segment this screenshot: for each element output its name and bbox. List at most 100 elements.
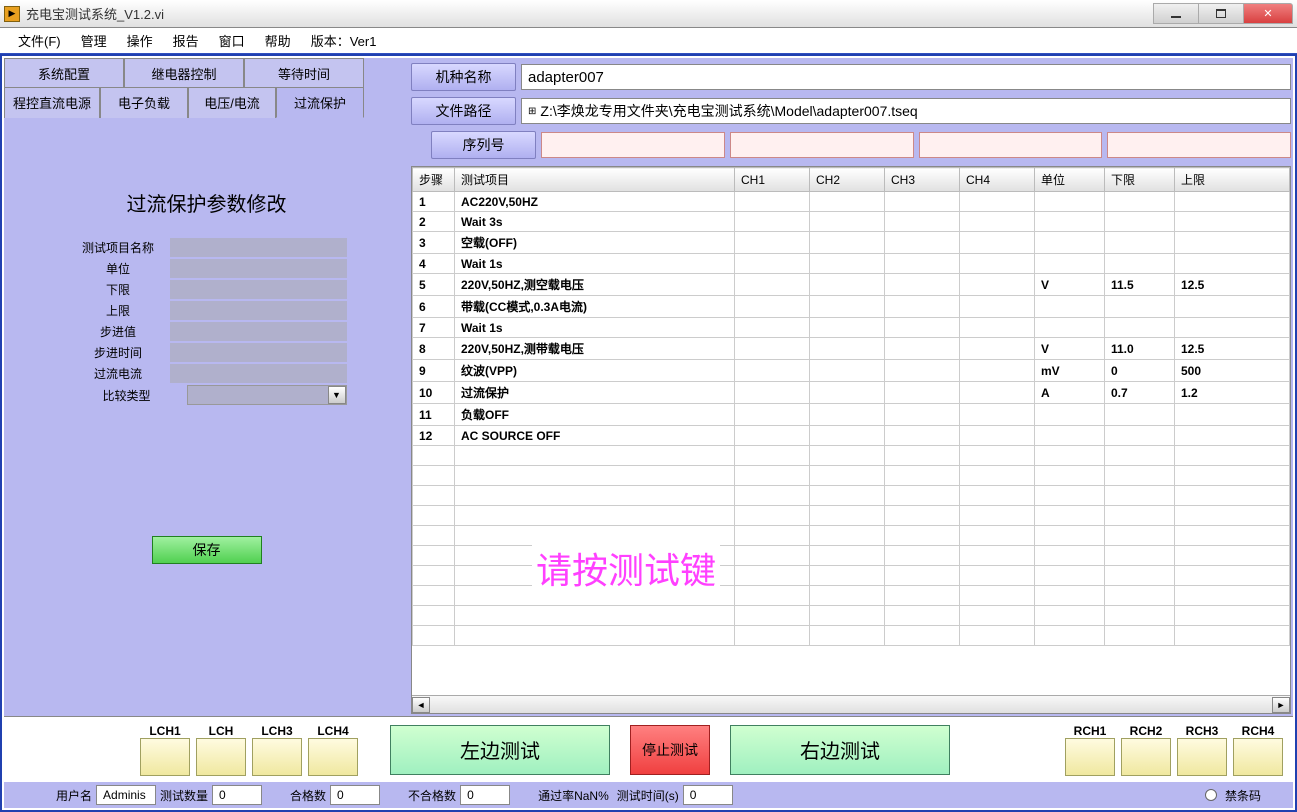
tab-prog-power[interactable]: 程控直流电源 — [4, 87, 100, 118]
table-row[interactable]: 8220V,50HZ,测带载电压V11.012.5 — [413, 338, 1290, 360]
scroll-right-icon[interactable]: ► — [1272, 697, 1290, 713]
tab-voltage-current[interactable]: 电压/电流 — [188, 87, 276, 118]
window-title: 充电宝测试系统_V1.2.vi — [26, 4, 1154, 23]
input-lower[interactable] — [170, 280, 347, 299]
close-button[interactable]: ✕ — [1243, 3, 1293, 24]
table-row[interactable]: 1AC220V,50HZ — [413, 192, 1290, 212]
table-row[interactable]: 3空载(OFF) — [413, 232, 1290, 254]
menu-file[interactable]: 文件(F) — [8, 27, 71, 54]
table-row-empty — [413, 626, 1290, 646]
chevron-down-icon[interactable]: ▼ — [328, 386, 346, 404]
input-serial-1[interactable] — [541, 132, 725, 158]
maximize-button[interactable] — [1198, 3, 1244, 24]
label-lower: 下限 — [67, 281, 170, 298]
label-unit: 单位 — [67, 260, 170, 277]
col-unit[interactable]: 单位 — [1035, 168, 1105, 192]
radio-no-barcode[interactable] — [1205, 789, 1217, 801]
label-model-name: 机种名称 — [411, 63, 516, 91]
indicator-box — [196, 738, 246, 776]
value-test-time: 0 — [683, 785, 733, 805]
menu-window[interactable]: 窗口 — [209, 27, 255, 54]
rch-indicator-4[interactable]: RCH4 — [1233, 724, 1283, 776]
label-test-count: 测试数量 — [160, 787, 208, 804]
save-button[interactable]: 保存 — [152, 536, 262, 564]
col-ch4[interactable]: CH4 — [960, 168, 1035, 192]
left-test-button[interactable]: 左边测试 — [390, 725, 610, 775]
select-compare-type[interactable]: ▼ — [187, 385, 347, 405]
test-steps-table: 步骤 测试项目 CH1 CH2 CH3 CH4 单位 下限 上限 1AC220V… — [411, 166, 1291, 714]
col-step[interactable]: 步骤 — [413, 168, 455, 192]
lch-indicator-4[interactable]: LCH4 — [308, 724, 358, 776]
table-row[interactable]: 6带载(CC模式,0.3A电流) — [413, 296, 1290, 318]
indicator-box — [252, 738, 302, 776]
menu-help[interactable]: 帮助 — [255, 27, 301, 54]
menu-bar: 文件(F) 管理 操作 报告 窗口 帮助 版本：Ver1 — [0, 28, 1297, 54]
label-pass-count: 合格数 — [290, 787, 326, 804]
col-upper[interactable]: 上限 — [1175, 168, 1290, 192]
table-row[interactable]: 4Wait 1s — [413, 254, 1290, 274]
input-item-name[interactable] — [170, 238, 347, 257]
minimize-button[interactable] — [1153, 3, 1199, 24]
rch-indicator-2[interactable]: RCH2 — [1121, 724, 1171, 776]
label-file-path: 文件路径 — [411, 97, 516, 125]
value-test-count: 0 — [212, 785, 262, 805]
rch-indicator-1[interactable]: RCH1 — [1065, 724, 1115, 776]
value-fail-count: 0 — [460, 785, 510, 805]
button-row: LCH1LCHLCH3LCH4 左边测试 停止测试 右边测试 RCH1RCH2R… — [4, 716, 1293, 782]
label-pass-rate: 通过率NaN% — [538, 787, 609, 804]
label-step-time: 步进时间 — [67, 344, 170, 361]
table-row-empty — [413, 606, 1290, 626]
horizontal-scrollbar[interactable]: ◄ ► — [412, 695, 1290, 713]
col-item[interactable]: 测试项目 — [455, 168, 735, 192]
tab-system-config[interactable]: 系统配置 — [4, 58, 124, 88]
lch-indicator-1[interactable]: LCH1 — [140, 724, 190, 776]
input-oc-current[interactable] — [170, 364, 347, 383]
app-icon: ▶ — [4, 6, 20, 22]
input-upper[interactable] — [170, 301, 347, 320]
right-test-button[interactable]: 右边测试 — [730, 725, 950, 775]
input-file-path[interactable]: ⊞Z:\李焕龙专用文件夹\充电宝测试系统\Model\adapter007.ts… — [521, 98, 1291, 124]
col-ch2[interactable]: CH2 — [810, 168, 885, 192]
input-unit[interactable] — [170, 259, 347, 278]
indicator-box — [1233, 738, 1283, 776]
col-lower[interactable]: 下限 — [1105, 168, 1175, 192]
tab-eload[interactable]: 电子负载 — [100, 87, 188, 118]
table-row[interactable]: 2Wait 3s — [413, 212, 1290, 232]
menu-operate[interactable]: 操作 — [117, 27, 163, 54]
stop-test-button[interactable]: 停止测试 — [630, 725, 710, 775]
label-fail-count: 不合格数 — [408, 787, 456, 804]
menu-manage[interactable]: 管理 — [71, 27, 117, 54]
lch-indicator-2[interactable]: LCH — [196, 724, 246, 776]
table-row[interactable]: 9纹波(VPP)mV0500 — [413, 360, 1290, 382]
label-user: 用户名 — [56, 787, 92, 804]
table-row[interactable]: 10过流保护A0.71.2 — [413, 382, 1290, 404]
table-row[interactable]: 11负载OFF — [413, 404, 1290, 426]
scroll-left-icon[interactable]: ◄ — [412, 697, 430, 713]
indicator-box — [140, 738, 190, 776]
input-step-time[interactable] — [170, 343, 347, 362]
input-model-name[interactable] — [521, 64, 1291, 90]
title-bar: ▶ 充电宝测试系统_V1.2.vi ✕ — [0, 0, 1297, 28]
indicator-box — [1177, 738, 1227, 776]
input-serial-4[interactable] — [1107, 132, 1291, 158]
table-row-empty — [413, 506, 1290, 526]
menu-report[interactable]: 报告 — [163, 27, 209, 54]
tab-overcurrent-protect[interactable]: 过流保护 — [276, 87, 364, 118]
indicator-box — [308, 738, 358, 776]
label-step-val: 步进值 — [67, 323, 170, 340]
tab-wait-time[interactable]: 等待时间 — [244, 58, 364, 88]
lch-indicator-3[interactable]: LCH3 — [252, 724, 302, 776]
menu-version[interactable]: 版本：Ver1 — [301, 27, 387, 54]
input-serial-2[interactable] — [730, 132, 914, 158]
table-row[interactable]: 5220V,50HZ,测空载电压V11.512.5 — [413, 274, 1290, 296]
tab-relay-control[interactable]: 继电器控制 — [124, 58, 244, 88]
input-step-val[interactable] — [170, 322, 347, 341]
table-row[interactable]: 7Wait 1s — [413, 318, 1290, 338]
col-ch1[interactable]: CH1 — [735, 168, 810, 192]
label-upper: 上限 — [67, 302, 170, 319]
col-ch3[interactable]: CH3 — [885, 168, 960, 192]
input-serial-3[interactable] — [919, 132, 1103, 158]
label-item-name: 测试项目名称 — [67, 239, 170, 256]
table-row[interactable]: 12AC SOURCE OFF — [413, 426, 1290, 446]
rch-indicator-3[interactable]: RCH3 — [1177, 724, 1227, 776]
